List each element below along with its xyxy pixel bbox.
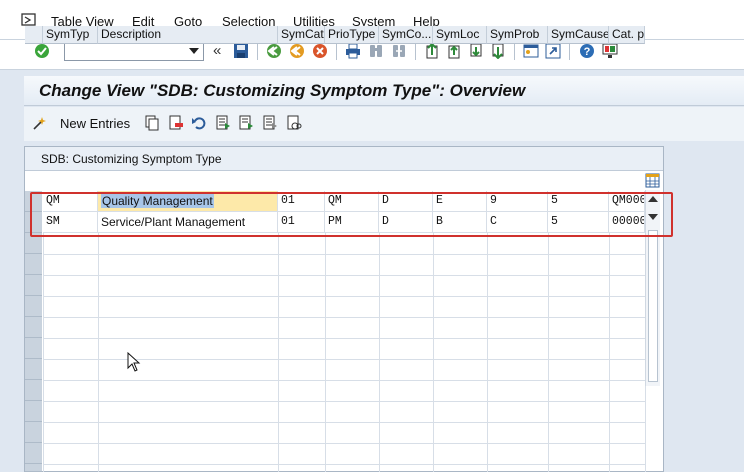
grid-line <box>278 233 279 472</box>
menu-icon[interactable] <box>21 13 37 27</box>
cell-symtyp[interactable]: SM <box>43 212 98 233</box>
svg-text:?: ? <box>584 46 591 58</box>
exit-icon[interactable] <box>289 43 305 59</box>
cell-symtyp[interactable]: QM <box>43 191 98 212</box>
cell-symcat[interactable]: 01 <box>278 212 325 233</box>
col-header-symprob[interactable]: SymProb <box>487 26 548 44</box>
enter-icon[interactable] <box>34 43 50 59</box>
grid-line <box>43 464 645 465</box>
command-input[interactable] <box>65 42 183 60</box>
cell-symco[interactable]: D <box>379 191 433 212</box>
cell-cat-p[interactable]: QM000 <box>609 191 645 212</box>
col-header-description[interactable]: Description <box>98 26 278 44</box>
cell-symprob[interactable]: 9 <box>487 191 548 212</box>
col-header-symcause[interactable]: SymCause <box>548 26 609 44</box>
select-all-icon[interactable] <box>215 115 231 131</box>
page-title: Change View "SDB: Customizing Symptom Ty… <box>39 81 526 100</box>
shortcut-icon[interactable] <box>545 43 561 59</box>
grid-line <box>548 233 549 472</box>
delete-icon[interactable] <box>168 115 184 131</box>
grid-line <box>43 443 645 444</box>
grid-line <box>43 317 645 318</box>
new-entries-label: New Entries <box>60 115 131 131</box>
scroll-down-icon[interactable] <box>648 214 658 220</box>
scroll-thumb[interactable] <box>648 230 658 382</box>
cell-symcat[interactable]: 01 <box>278 191 325 212</box>
grid-line <box>43 254 645 255</box>
col-header-symcat[interactable]: SymCat <box>278 26 325 44</box>
table-title: SDB: Customizing Symptom Type <box>41 152 222 166</box>
chevron-down-icon[interactable] <box>189 48 199 54</box>
grid-line <box>43 275 645 276</box>
find-next-icon[interactable] <box>391 43 407 59</box>
back-icon[interactable] <box>266 43 282 59</box>
cell-symcause[interactable]: 5 <box>548 191 609 212</box>
standard-toolbar: « ? <box>0 40 744 70</box>
grid-line <box>43 338 645 339</box>
grid-line <box>379 233 380 472</box>
cell-symco[interactable]: D <box>379 212 433 233</box>
find-icon[interactable] <box>368 43 384 59</box>
grid-line <box>325 233 326 472</box>
grid-line <box>43 233 44 472</box>
next-page-icon[interactable] <box>468 43 484 59</box>
save-icon[interactable] <box>233 43 249 59</box>
cancel-icon[interactable] <box>312 43 328 59</box>
customize-layout-icon[interactable] <box>602 43 618 59</box>
col-header-symco[interactable]: SymCo... <box>379 26 433 44</box>
table-title-bar: SDB: Customizing Symptom Type <box>25 147 663 171</box>
cell-description[interactable]: Quality Management <box>98 191 278 212</box>
prev-page-icon[interactable] <box>446 43 462 59</box>
undo-icon[interactable] <box>191 115 207 131</box>
copy-icon[interactable] <box>144 115 160 131</box>
title-bar: Change View "SDB: Customizing Symptom Ty… <box>24 76 744 106</box>
cell-symloc[interactable]: E <box>433 191 487 212</box>
scroll-up-icon[interactable] <box>648 196 658 202</box>
print-view-icon[interactable] <box>286 115 302 131</box>
new-entries-icon <box>33 117 46 130</box>
grid-line <box>43 422 645 423</box>
cell-description[interactable]: Service/Plant Management <box>98 212 278 233</box>
cell-priotype[interactable]: PM <box>325 212 379 233</box>
grid-line <box>609 233 610 472</box>
deselect-all-icon[interactable] <box>262 115 278 131</box>
select-all-header[interactable] <box>25 26 43 44</box>
collapse-toolbar-icon[interactable]: « <box>213 42 221 59</box>
grid-line <box>433 233 434 472</box>
grid-line <box>98 233 99 472</box>
cell-description-text: Quality Management <box>101 194 214 208</box>
col-header-priotype[interactable]: PrioType <box>325 26 379 44</box>
cell-cat-p[interactable]: 00000 <box>609 212 645 233</box>
table-settings-icon[interactable] <box>645 172 660 189</box>
col-header-symloc[interactable]: SymLoc <box>433 26 487 44</box>
row-selector[interactable] <box>25 212 42 233</box>
cell-symloc[interactable]: B <box>433 212 487 233</box>
print-icon[interactable] <box>345 43 361 59</box>
grid-line <box>43 401 645 402</box>
create-session-icon[interactable] <box>523 43 539 59</box>
new-entries-button[interactable]: New Entries <box>32 114 130 132</box>
grid-line <box>43 380 645 381</box>
select-block-icon[interactable] <box>238 115 254 131</box>
cell-priotype[interactable]: QM <box>325 191 379 212</box>
help-icon[interactable]: ? <box>579 43 595 59</box>
last-page-icon[interactable] <box>490 43 506 59</box>
grid-line <box>487 233 488 472</box>
cell-symprob[interactable]: C <box>487 212 548 233</box>
col-header-symtyp[interactable]: SymTyp <box>43 26 98 44</box>
row-selector[interactable] <box>25 191 42 212</box>
application-toolbar: New Entries <box>24 107 744 141</box>
table-scrollbar[interactable] <box>645 190 660 386</box>
first-page-icon[interactable] <box>424 43 440 59</box>
command-field[interactable] <box>64 41 204 61</box>
grid-line <box>43 296 645 297</box>
cell-symcause[interactable]: 5 <box>548 212 609 233</box>
mouse-cursor-icon <box>127 352 141 372</box>
row-selector-empty[interactable] <box>25 233 42 472</box>
col-header-cat-p[interactable]: Cat. p <box>609 26 645 44</box>
